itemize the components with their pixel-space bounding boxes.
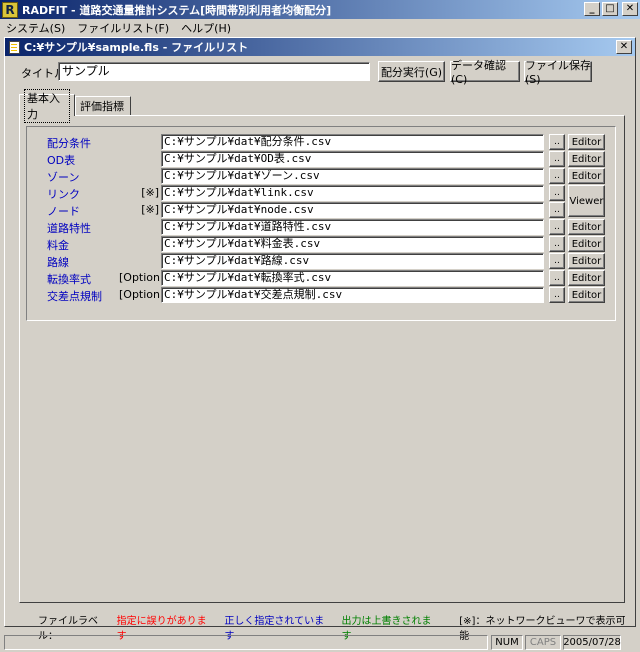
browse-button[interactable]: .. — [549, 185, 565, 201]
file-row: ノード [※] C:¥サンプル¥dat¥node.csv .. — [27, 202, 615, 219]
file-path-input[interactable]: C:¥サンプル¥dat¥転換率式.csv — [161, 270, 544, 286]
file-label: 交差点規制 — [47, 290, 102, 303]
file-path-input[interactable]: C:¥サンプル¥dat¥道路特性.csv — [161, 219, 544, 235]
file-row: リンク [※] C:¥サンプル¥dat¥link.csv .. — [27, 185, 615, 202]
file-row: OD表 C:¥サンプル¥dat¥OD表.csv .. Editor — [27, 151, 615, 168]
editor-button[interactable]: Editor — [568, 151, 605, 167]
editor-button[interactable]: Editor — [568, 134, 605, 150]
file-label: ゾーン — [47, 171, 80, 184]
editor-button[interactable]: Editor — [568, 270, 605, 286]
maximize-button[interactable]: □ — [602, 2, 618, 16]
close-button[interactable]: ✕ — [622, 2, 638, 16]
minimize-button[interactable]: _ — [584, 2, 600, 16]
child-close-button[interactable]: ✕ — [616, 40, 632, 54]
file-label: 料金 — [47, 239, 69, 252]
browse-button[interactable]: .. — [549, 236, 565, 252]
browse-button[interactable]: .. — [549, 151, 565, 167]
file-label: 道路特性 — [47, 222, 91, 235]
document-icon — [9, 40, 20, 54]
browse-button[interactable]: .. — [549, 134, 565, 150]
file-mark: [Option] — [119, 271, 165, 284]
file-label: リンク — [47, 188, 80, 201]
file-row: 路線 C:¥サンプル¥dat¥路線.csv .. Editor — [27, 253, 615, 270]
file-mark: [Option] — [119, 288, 165, 301]
file-path-input[interactable]: C:¥サンプル¥dat¥料金表.csv — [161, 236, 544, 252]
status-caps: CAPS — [525, 635, 561, 650]
editor-button[interactable]: Editor — [568, 253, 605, 269]
browse-button[interactable]: .. — [549, 219, 565, 235]
file-mark: [※] — [141, 186, 159, 199]
file-row: 交差点規制 [Option] C:¥サンプル¥dat¥交差点規制.csv .. … — [27, 287, 615, 304]
menu-help[interactable]: ヘルプ(H) — [175, 20, 237, 36]
status-num: NUM — [491, 635, 523, 650]
app-titlebar: R RADFIT - 道路交通量推計システム[時間帯別利用者均衡配分] _ □ … — [0, 0, 640, 19]
file-label: ノード — [47, 205, 80, 218]
browse-button[interactable]: .. — [549, 202, 565, 218]
editor-button[interactable]: Editor — [568, 236, 605, 252]
file-row: ゾーン C:¥サンプル¥dat¥ゾーン.csv .. Editor — [27, 168, 615, 185]
file-label: OD表 — [47, 154, 76, 167]
file-row: 転換率式 [Option] C:¥サンプル¥dat¥転換率式.csv .. Ed… — [27, 270, 615, 287]
editor-button[interactable]: Editor — [568, 168, 605, 184]
file-path-input[interactable]: C:¥サンプル¥dat¥交差点規制.csv — [161, 287, 544, 303]
status-bar: NUM CAPS 2005/07/28 — [0, 632, 640, 652]
file-row: 道路特性 C:¥サンプル¥dat¥道路特性.csv .. Editor — [27, 219, 615, 236]
app-icon: R — [2, 1, 18, 18]
file-label: 配分条件 — [47, 137, 91, 150]
filelist-title: C:¥サンプル¥sample.fls - ファイルリスト — [24, 41, 249, 54]
filelist-window: C:¥サンプル¥sample.fls - ファイルリスト ✕ タイトル サンプル… — [4, 37, 636, 627]
file-path-input[interactable]: C:¥サンプル¥dat¥node.csv — [161, 202, 544, 218]
run-allocation-button[interactable]: 配分実行(G) — [378, 61, 445, 82]
file-label: 路線 — [47, 256, 69, 269]
file-row: 配分条件 C:¥サンプル¥dat¥配分条件.csv .. Editor — [27, 134, 615, 151]
filelist-titlebar: C:¥サンプル¥sample.fls - ファイルリスト ✕ — [5, 38, 635, 56]
tab-evaluation[interactable]: 評価指標 — [75, 96, 131, 115]
file-path-input[interactable]: C:¥サンプル¥dat¥link.csv — [161, 185, 544, 201]
file-path-input[interactable]: C:¥サンプル¥dat¥路線.csv — [161, 253, 544, 269]
viewer-button[interactable]: Viewer — [568, 185, 605, 217]
file-path-input[interactable]: C:¥サンプル¥dat¥配分条件.csv — [161, 134, 544, 150]
editor-button[interactable]: Editor — [568, 219, 605, 235]
tab-evaluation-label: 評価指標 — [80, 100, 124, 113]
tab-basic-input-label: 基本入力 — [24, 88, 70, 123]
menu-filelist[interactable]: ファイルリスト(F) — [71, 20, 175, 36]
browse-button[interactable]: .. — [549, 168, 565, 184]
save-file-button[interactable]: ファイル保存(S) — [524, 59, 592, 86]
file-row: 料金 C:¥サンプル¥dat¥料金表.csv .. Editor — [27, 236, 615, 253]
file-mark: [※] — [141, 203, 159, 216]
status-date: 2005/07/28 — [563, 635, 621, 650]
browse-button[interactable]: .. — [549, 287, 565, 303]
title-input[interactable]: サンプル — [58, 62, 370, 81]
app-title: RADFIT - 道路交通量推計システム[時間帯別利用者均衡配分] — [22, 3, 332, 17]
check-data-button[interactable]: データ確認(C) — [450, 59, 520, 86]
file-path-input[interactable]: C:¥サンプル¥dat¥OD表.csv — [161, 151, 544, 167]
file-label: 転換率式 — [47, 273, 91, 286]
file-list-group: 配分条件 C:¥サンプル¥dat¥配分条件.csv .. Editor OD表 … — [26, 126, 616, 321]
menu-system[interactable]: システム(S) — [0, 20, 71, 36]
status-message — [4, 635, 488, 650]
browse-button[interactable]: .. — [549, 253, 565, 269]
editor-button[interactable]: Editor — [568, 287, 605, 303]
browse-button[interactable]: .. — [549, 270, 565, 286]
tab-panel: 配分条件 C:¥サンプル¥dat¥配分条件.csv .. Editor OD表 … — [19, 115, 625, 603]
menu-bar: システム(S) ファイルリスト(F) ヘルプ(H) — [0, 19, 640, 37]
file-path-input[interactable]: C:¥サンプル¥dat¥ゾーン.csv — [161, 168, 544, 184]
tab-basic-input[interactable]: 基本入力 — [19, 88, 75, 123]
